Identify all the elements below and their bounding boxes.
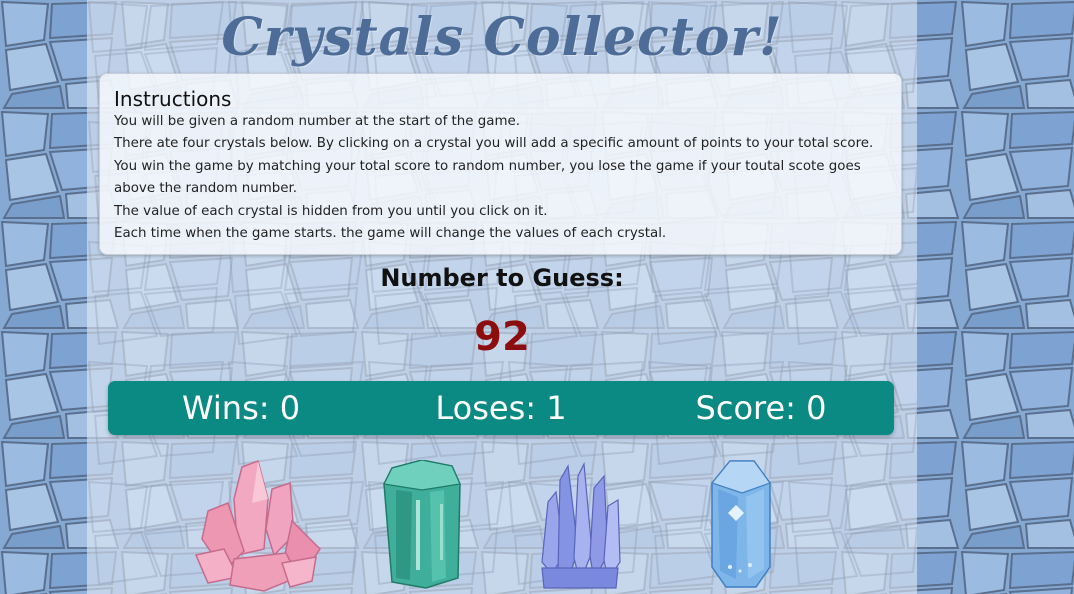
wins-counter: Wins: 0: [181, 389, 301, 427]
score-bar: Wins: 0 Loses: 1 Score: 0: [108, 381, 894, 435]
pink-crystal-icon: [194, 460, 321, 592]
green-crystal-button[interactable]: [382, 460, 462, 590]
number-to-guess-value: 92: [474, 314, 530, 360]
blue-crystal-icon: [710, 460, 771, 588]
pink-crystal-button[interactable]: [194, 459, 326, 594]
instruction-line: There ate four crystals below. By clicki…: [114, 136, 874, 152]
instructions-box: Instructions You will be given a random …: [99, 73, 902, 255]
loses-counter: Loses: 1: [435, 389, 567, 427]
instruction-line: The value of each crystal is hidden from…: [114, 203, 548, 219]
score-counter: Score: 0: [695, 389, 827, 427]
blue-crystal-button[interactable]: [710, 459, 774, 589]
page-title: Crystals Collector!: [221, 7, 783, 68]
number-to-guess-label: Number to Guess:: [380, 264, 624, 292]
instruction-line: You will be given a random number at the…: [114, 114, 521, 129]
instruction-line: You win the game by matching your total …: [114, 158, 861, 197]
instructions-heading: Instructions: [114, 87, 232, 111]
purple-crystal-icon: [541, 462, 621, 589]
green-crystal-icon: [383, 460, 461, 589]
instruction-line: Each time when the game starts. the game…: [114, 226, 667, 242]
purple-crystal-button[interactable]: [538, 462, 622, 590]
